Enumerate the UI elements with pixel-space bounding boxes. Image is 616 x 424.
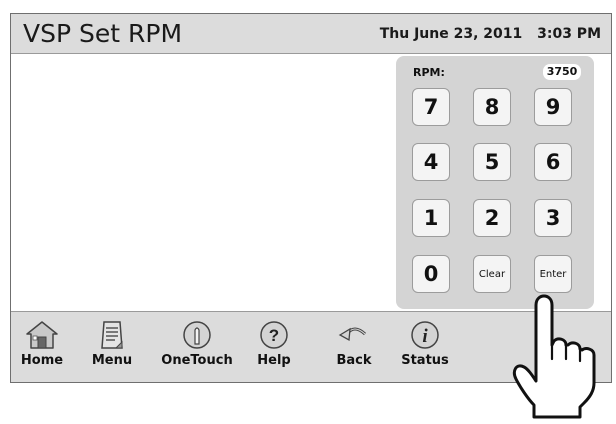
onetouch-label: OneTouch bbox=[161, 353, 233, 368]
question-icon: ? bbox=[260, 321, 288, 349]
back-arrow-icon bbox=[338, 327, 367, 342]
key-4[interactable]: 4 bbox=[412, 143, 450, 181]
date-time: Thu June 23, 2011 3:03 PM bbox=[380, 26, 601, 42]
clear-button[interactable]: Clear bbox=[473, 255, 511, 293]
pointing-hand-icon bbox=[512, 294, 596, 419]
title-bar: VSP Set RPM Thu June 23, 2011 3:03 PM bbox=[11, 14, 611, 54]
time-text: 3:03 PM bbox=[537, 26, 601, 42]
key-3[interactable]: 3 bbox=[534, 199, 572, 237]
key-8[interactable]: 8 bbox=[473, 88, 511, 126]
svg-text:?: ? bbox=[269, 326, 279, 345]
status-label: Status bbox=[401, 353, 449, 368]
touch-icon bbox=[183, 321, 211, 349]
onetouch-button[interactable]: OneTouch bbox=[157, 320, 237, 368]
home-label: Home bbox=[20, 353, 64, 368]
menu-button[interactable]: Menu bbox=[89, 320, 135, 368]
key-0[interactable]: 0 bbox=[412, 255, 450, 293]
page-title: VSP Set RPM bbox=[23, 19, 183, 48]
key-7[interactable]: 7 bbox=[412, 88, 450, 126]
date-text: Thu June 23, 2011 bbox=[379, 26, 523, 42]
rpm-label: RPM: bbox=[413, 66, 445, 79]
help-label: Help bbox=[257, 353, 291, 368]
info-icon: i bbox=[411, 321, 439, 349]
svg-text:i: i bbox=[422, 326, 428, 347]
key-5[interactable]: 5 bbox=[473, 143, 511, 181]
house-icon bbox=[26, 321, 58, 349]
key-2[interactable]: 2 bbox=[473, 199, 511, 237]
back-button[interactable]: Back bbox=[331, 320, 377, 368]
document-icon bbox=[101, 321, 123, 349]
home-button[interactable]: Home bbox=[19, 320, 65, 368]
help-button[interactable]: ? Help bbox=[251, 320, 297, 368]
key-1[interactable]: 1 bbox=[412, 199, 450, 237]
menu-label: Menu bbox=[91, 353, 133, 368]
key-9[interactable]: 9 bbox=[534, 88, 572, 126]
rpm-value-field[interactable]: 3750 bbox=[543, 64, 581, 80]
status-button[interactable]: i Status bbox=[400, 320, 450, 368]
keypad-panel: RPM: 3750 7 8 9 4 5 6 1 2 3 0 Clear Ente… bbox=[396, 56, 594, 309]
back-label: Back bbox=[336, 353, 372, 368]
key-6[interactable]: 6 bbox=[534, 143, 572, 181]
